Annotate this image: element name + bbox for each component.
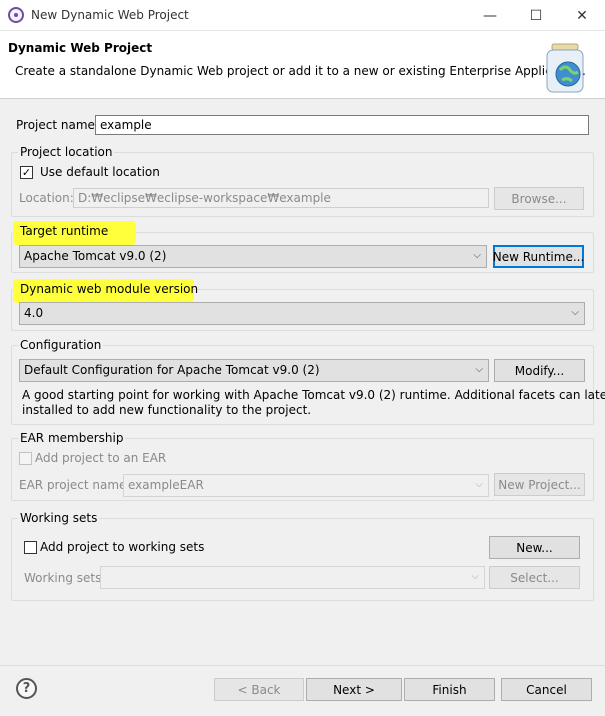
chevron-down-icon: ⌵ <box>471 571 479 582</box>
add-to-ear-checkbox[interactable] <box>19 452 32 465</box>
help-icon[interactable]: ? <box>16 678 37 699</box>
ear-project-name-selected: exampleEAR <box>128 478 204 492</box>
add-to-working-sets-checkbox[interactable] <box>24 541 37 554</box>
module-version-selected: 4.0 <box>24 306 44 320</box>
use-default-location-label: Use default location <box>40 165 160 179</box>
web-project-jar-icon <box>546 43 584 93</box>
configuration-dropdown[interactable]: Default Configuration for Apache Tomcat … <box>19 359 489 382</box>
module-version-dropdown[interactable]: 4.0 ⌵ <box>19 302 585 325</box>
ear-membership-group-label: EAR membership <box>18 431 126 445</box>
chevron-down-icon: ⌵ <box>473 250 481 261</box>
location-input[interactable]: D:₩eclipse₩eclipse-workspace₩example <box>73 188 489 208</box>
chevron-down-icon: ⌵ <box>475 479 483 490</box>
add-to-working-sets-label: Add project to working sets <box>40 540 205 554</box>
new-runtime-button[interactable]: New Runtime... <box>493 245 584 268</box>
project-name-label: Project name: <box>16 118 99 132</box>
footer-separator <box>0 665 605 666</box>
new-working-set-button[interactable]: New... <box>489 536 580 559</box>
working-sets-group-label: Working sets <box>18 511 100 525</box>
working-sets-dropdown[interactable]: ⌵ <box>100 566 485 589</box>
finish-button[interactable]: Finish <box>404 678 495 701</box>
cancel-button[interactable]: Cancel <box>501 678 592 701</box>
target-runtime-dropdown[interactable]: Apache Tomcat v9.0 (2) ⌵ <box>19 245 487 268</box>
configuration-group-label: Configuration <box>18 338 104 352</box>
project-location-group-label: Project location <box>18 145 115 159</box>
add-to-ear-label: Add project to an EAR <box>35 451 167 465</box>
chevron-down-icon: ⌵ <box>571 307 579 318</box>
configuration-selected: Default Configuration for Apache Tomcat … <box>24 363 320 377</box>
title-bar: New Dynamic Web Project — ☐ ✕ <box>0 0 605 31</box>
configuration-description-line2: installed to add new functionality to th… <box>22 403 312 417</box>
maximize-button[interactable]: ☐ <box>513 0 559 31</box>
minimize-button[interactable]: — <box>467 0 513 31</box>
use-default-location-checkbox[interactable]: ✓ <box>20 166 33 179</box>
eclipse-app-icon <box>8 7 24 23</box>
browse-button[interactable]: Browse... <box>494 187 584 210</box>
target-runtime-group-label: Target runtime <box>20 224 109 238</box>
chevron-down-icon: ⌵ <box>475 364 483 375</box>
working-sets-label: Working sets: <box>24 571 106 585</box>
back-button[interactable]: < Back <box>214 678 304 701</box>
ear-project-name-label: EAR project name: <box>19 478 131 492</box>
module-version-group-label: Dynamic web module version <box>20 282 199 296</box>
close-button[interactable]: ✕ <box>559 0 605 31</box>
configuration-description-line1: A good starting point for working with A… <box>22 388 605 402</box>
new-ear-project-button[interactable]: New Project... <box>494 473 585 496</box>
next-button[interactable]: Next > <box>306 678 402 701</box>
banner-title: Dynamic Web Project <box>8 41 153 55</box>
modify-button[interactable]: Modify... <box>494 359 585 382</box>
banner-description: Create a standalone Dynamic Web project … <box>15 64 586 78</box>
project-name-input[interactable]: example <box>95 115 589 135</box>
wizard-banner: Dynamic Web Project Create a standalone … <box>0 31 605 99</box>
target-runtime-selected: Apache Tomcat v9.0 (2) <box>24 249 167 263</box>
location-label: Location: <box>19 191 74 205</box>
ear-project-name-dropdown[interactable]: exampleEAR ⌵ <box>123 474 489 497</box>
window-title: New Dynamic Web Project <box>31 8 189 22</box>
select-working-sets-button[interactable]: Select... <box>489 566 580 589</box>
